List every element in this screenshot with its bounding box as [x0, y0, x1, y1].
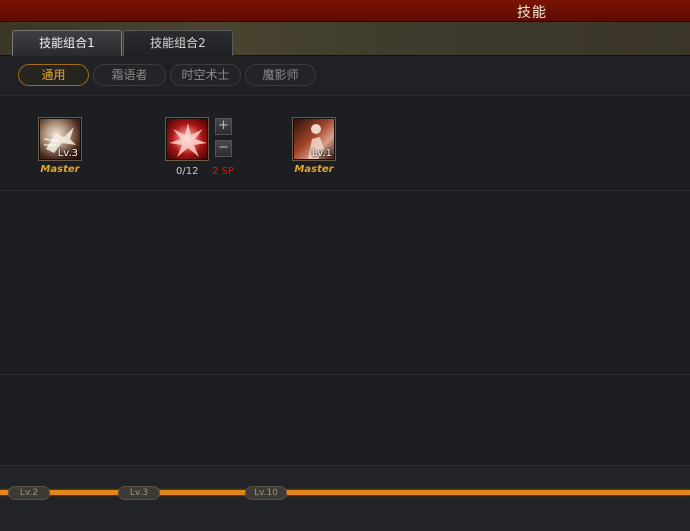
window-title: 技能 — [517, 5, 547, 21]
title-bar: 技能 — [0, 0, 690, 22]
filter-general[interactable]: 通用 — [18, 64, 89, 86]
skill-slot-2[interactable] — [165, 117, 209, 161]
skill-slot-3[interactable]: Lv.1 Master — [292, 117, 336, 175]
skill-slot-1[interactable]: Lv.3 Master — [38, 117, 82, 175]
figure-skill-icon[interactable]: Lv.1 — [292, 117, 336, 161]
level-marker: Lv.10 — [245, 486, 287, 500]
increase-skill-button[interactable]: + — [215, 118, 232, 135]
decrease-skill-button[interactable]: − — [215, 140, 232, 157]
tab-skill-set-1[interactable]: 技能组合1 — [12, 30, 122, 56]
runner-skill-icon[interactable]: Lv.3 — [38, 117, 82, 161]
filter-chronomancer[interactable]: 时空术士 — [170, 64, 241, 86]
level-marker: Lv.2 — [8, 486, 50, 500]
tab-strip: 技能组合1 技能组合2 — [0, 22, 690, 56]
level-progress-track — [0, 490, 690, 495]
sp-cost: 2 SP — [212, 166, 234, 177]
class-filter-bar: 通用 霜语者 时空术士 魔影师 — [0, 56, 690, 96]
burst-skill-icon[interactable] — [165, 117, 209, 161]
row-divider — [0, 190, 690, 191]
skill-panel — [0, 97, 690, 465]
skill-points: 0/12 — [176, 166, 199, 177]
level-bar-area — [0, 465, 690, 531]
filter-frostwhisperer[interactable]: 霜语者 — [93, 64, 166, 86]
row-divider — [0, 374, 690, 375]
level-marker: Lv.3 — [118, 486, 160, 500]
master-status: Master — [294, 164, 334, 175]
skill-level: Lv.1 — [311, 148, 332, 159]
master-status: Master — [40, 164, 80, 175]
filter-shadowmancer[interactable]: 魔影师 — [245, 64, 316, 86]
skill-level: Lv.3 — [57, 148, 78, 159]
tab-skill-set-2[interactable]: 技能组合2 — [123, 30, 233, 56]
